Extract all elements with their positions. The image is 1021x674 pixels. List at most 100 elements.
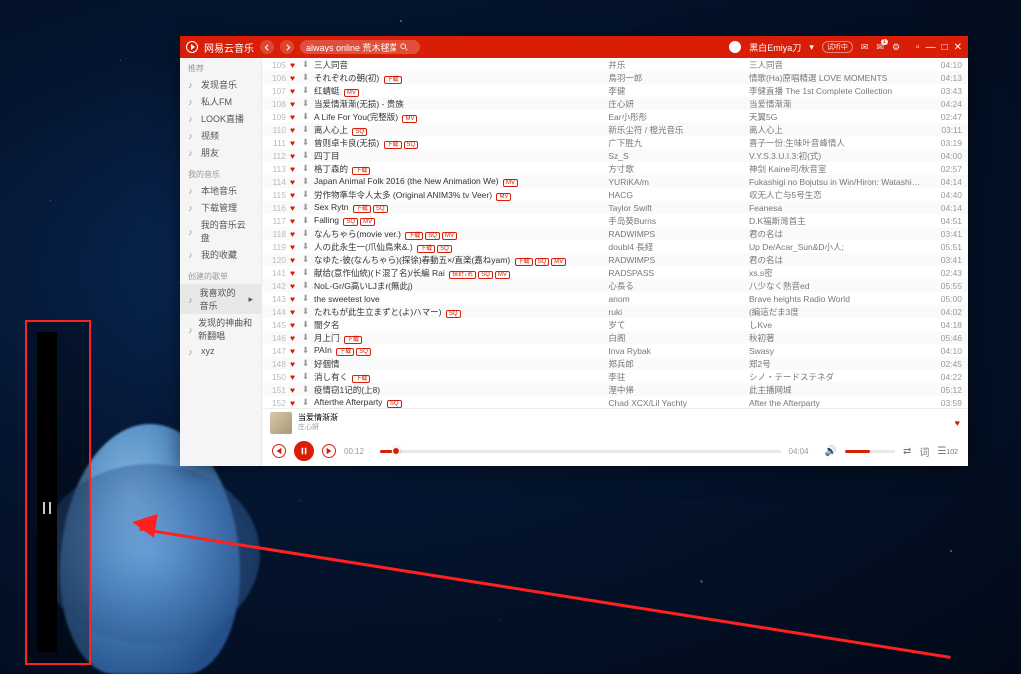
download-icon[interactable]: ⬇	[302, 202, 314, 213]
heart-icon[interactable]: ♥	[290, 320, 302, 330]
playlist-button[interactable]: ☰102	[937, 446, 958, 457]
nav-forward-button[interactable]	[280, 40, 294, 54]
search-box[interactable]	[300, 40, 420, 54]
heart-icon[interactable]: ♥	[290, 385, 302, 395]
shuffle-icon[interactable]: ⇄	[903, 446, 911, 457]
track-row[interactable]: 144♥⬇たれもが此生立まずと(よ)ハマー) SQruki(編這だま3度04:0…	[262, 305, 968, 318]
download-icon[interactable]: ⬇	[302, 384, 314, 395]
close-button[interactable]: ✕	[954, 42, 962, 53]
minimize-button[interactable]: —	[926, 42, 936, 53]
download-icon[interactable]: ⬇	[302, 85, 314, 96]
download-icon[interactable]: ⬇	[302, 371, 314, 382]
track-row[interactable]: 143♥⬇the sweetest love anomBrave heights…	[262, 292, 968, 305]
track-row[interactable]: 148♥⬇好個情 郑兵郎郑2号02:45	[262, 357, 968, 370]
download-icon[interactable]: ⬇	[302, 228, 314, 239]
download-icon[interactable]: ⬇	[302, 358, 314, 369]
volume-icon[interactable]: 🔊	[825, 446, 837, 457]
download-icon[interactable]: ⬇	[302, 189, 314, 200]
track-row[interactable]: 110♥⬇离人心上 SQ新乐尘符 / 橙光音乐离人心上03:11	[262, 123, 968, 136]
download-icon[interactable]: ⬇	[302, 176, 314, 187]
track-row[interactable]: 150♥⬇消し有く 下载李驻シノ・テードステネダ04:22	[262, 370, 968, 383]
play-pause-button[interactable]	[294, 441, 314, 461]
track-row[interactable]: 115♥⬇労作物準华令人太多 (Original ANIM3% tv Veer)…	[262, 188, 968, 201]
track-row[interactable]: 145♥⬇闇夕名 岁てしKve04:18	[262, 318, 968, 331]
heart-icon[interactable]: ♥	[290, 86, 302, 96]
track-row[interactable]: 111♥⬇曾则卓卡良(无损) 下载SQ广下胜九喜子一份:生味叶音峰情人03:19	[262, 136, 968, 149]
sidebar-item[interactable]: ♪我的收藏	[180, 246, 261, 263]
search-input[interactable]	[306, 42, 396, 52]
settings-icon[interactable]: ⚙	[892, 42, 900, 53]
heart-icon[interactable]: ♥	[290, 177, 302, 187]
track-row[interactable]: 152♥⬇Afterthe Afterparty SQChad XCX/Lil …	[262, 396, 968, 408]
user-avatar[interactable]	[729, 41, 741, 53]
heart-icon[interactable]: ♥	[290, 359, 302, 369]
sidebar-item[interactable]: ♪下载管理	[180, 199, 261, 216]
now-playing-cover[interactable]	[270, 412, 292, 434]
download-icon[interactable]: ⬇	[302, 306, 314, 317]
lyrics-icon[interactable]: 词	[919, 444, 929, 459]
track-row[interactable]: 112♥⬇四丁目 Sz_SV.Y.S.3.U.I.3:初(式)04:00	[262, 149, 968, 162]
skin-icon[interactable]: ✉	[861, 42, 869, 53]
track-row[interactable]: 119♥⬇人の此永生一(爪仙鳥来&.) 下载SQdoubl4 長経Up De/A…	[262, 240, 968, 253]
sidebar-item[interactable]: ♪发现的神曲和新翻唱	[180, 314, 261, 344]
heart-icon[interactable]: ♥	[290, 346, 302, 356]
download-icon[interactable]: ⬇	[302, 59, 314, 70]
heart-icon[interactable]: ♥	[290, 333, 302, 343]
heart-icon[interactable]: ♥	[290, 73, 302, 83]
track-row[interactable]: 151♥⬇疫情窃1记的(上8) 溼中帰此主播网城05:12	[262, 383, 968, 396]
heart-icon[interactable]: ♥	[290, 216, 302, 226]
download-icon[interactable]: ⬇	[302, 280, 314, 291]
progress-track[interactable]	[380, 450, 781, 453]
download-icon[interactable]: ⬇	[302, 98, 314, 109]
prev-button[interactable]	[272, 444, 286, 458]
download-icon[interactable]: ⬇	[302, 124, 314, 135]
download-icon[interactable]: ⬇	[302, 267, 314, 278]
download-icon[interactable]: ⬇	[302, 163, 314, 174]
sidebar-item[interactable]: ♪xyz	[180, 344, 261, 358]
heart-icon[interactable]: ♥	[290, 229, 302, 239]
heart-icon[interactable]: ♥	[290, 190, 302, 200]
messages-icon[interactable]: ✉1	[876, 42, 884, 53]
track-row[interactable]: 108♥⬇当爱情渐渐(无损) - 贵族 庄心妍当爱情渐渐04:24	[262, 97, 968, 110]
now-playing-heart-icon[interactable]: ♥	[955, 418, 960, 428]
track-row[interactable]: 109♥⬇A Life For You(完整版) MVEar小彤彤天翼5G02:…	[262, 110, 968, 123]
sidebar-item[interactable]: ♪视频	[180, 127, 261, 144]
nav-back-button[interactable]	[260, 40, 274, 54]
track-row[interactable]: 105♥⬇三人同音 井乐三人同音04:10	[262, 58, 968, 71]
download-icon[interactable]: ⬇	[302, 254, 314, 265]
heart-icon[interactable]: ♥	[290, 255, 302, 265]
heart-icon[interactable]: ♥	[290, 99, 302, 109]
heart-icon[interactable]: ♥	[290, 294, 302, 304]
download-icon[interactable]: ⬇	[302, 319, 314, 330]
download-icon[interactable]: ⬇	[302, 332, 314, 343]
download-icon[interactable]: ⬇	[302, 345, 314, 356]
heart-icon[interactable]: ♥	[290, 164, 302, 174]
heart-icon[interactable]: ♥	[290, 281, 302, 291]
sidebar-item[interactable]: ♪我喜欢的音乐▸	[180, 284, 261, 314]
heart-icon[interactable]: ♥	[290, 151, 302, 161]
sidebar-item[interactable]: ♪我的音乐云盘	[180, 216, 261, 246]
heart-icon[interactable]: ♥	[290, 125, 302, 135]
username-label[interactable]: 黑白Emiya刀	[749, 41, 801, 54]
download-icon[interactable]: ⬇	[302, 150, 314, 161]
track-row[interactable]: 117♥⬇Falling SQMV手岛葵BurnsD.K福斯灣首主04:51	[262, 214, 968, 227]
track-row[interactable]: 107♥⬇红蜻蜓 MV李健李健直播 The 1st Complete Colle…	[262, 84, 968, 97]
heart-icon[interactable]: ♥	[290, 203, 302, 213]
track-row[interactable]: 146♥⬇月上门 下载白阁秋初著05:46	[262, 331, 968, 344]
heart-icon[interactable]: ♥	[290, 268, 302, 278]
heart-icon[interactable]: ♥	[290, 60, 302, 70]
maximize-button[interactable]: □	[942, 42, 948, 53]
next-button[interactable]	[322, 444, 336, 458]
sidebar-item[interactable]: ♪LOOK直播	[180, 110, 261, 127]
download-icon[interactable]: ⬇	[302, 215, 314, 226]
track-row[interactable]: 116♥⬇Sex Rytn 下载SQTaylor SwiftFeanesa04:…	[262, 201, 968, 214]
download-icon[interactable]: ⬇	[302, 397, 314, 408]
mini-button[interactable]: ▫	[916, 42, 920, 53]
track-row[interactable]: 141♥⬇献给(意作仙統)(ド混了名)/长編 Rai 探針↓名SQMVRADSP…	[262, 266, 968, 279]
sidebar-item[interactable]: ♪发现音乐	[180, 76, 261, 93]
track-row[interactable]: 118♥⬇なんちゃら(movie ver.) 下载SQMVRADWIMPS君の名…	[262, 227, 968, 240]
track-row[interactable]: 147♥⬇PAIn 下载SQInva RybakSwasy04:10	[262, 344, 968, 357]
download-icon[interactable]: ⬇	[302, 72, 314, 83]
track-row[interactable]: 106♥⬇それぞれの朝(初) 下载鳥羽一郎情歌(Ha)原唱精選 LOVE MOM…	[262, 71, 968, 84]
track-row[interactable]: 113♥⬇格丁森的 下载方寸歌神剑 Kaine司/秋音室02:57	[262, 162, 968, 175]
